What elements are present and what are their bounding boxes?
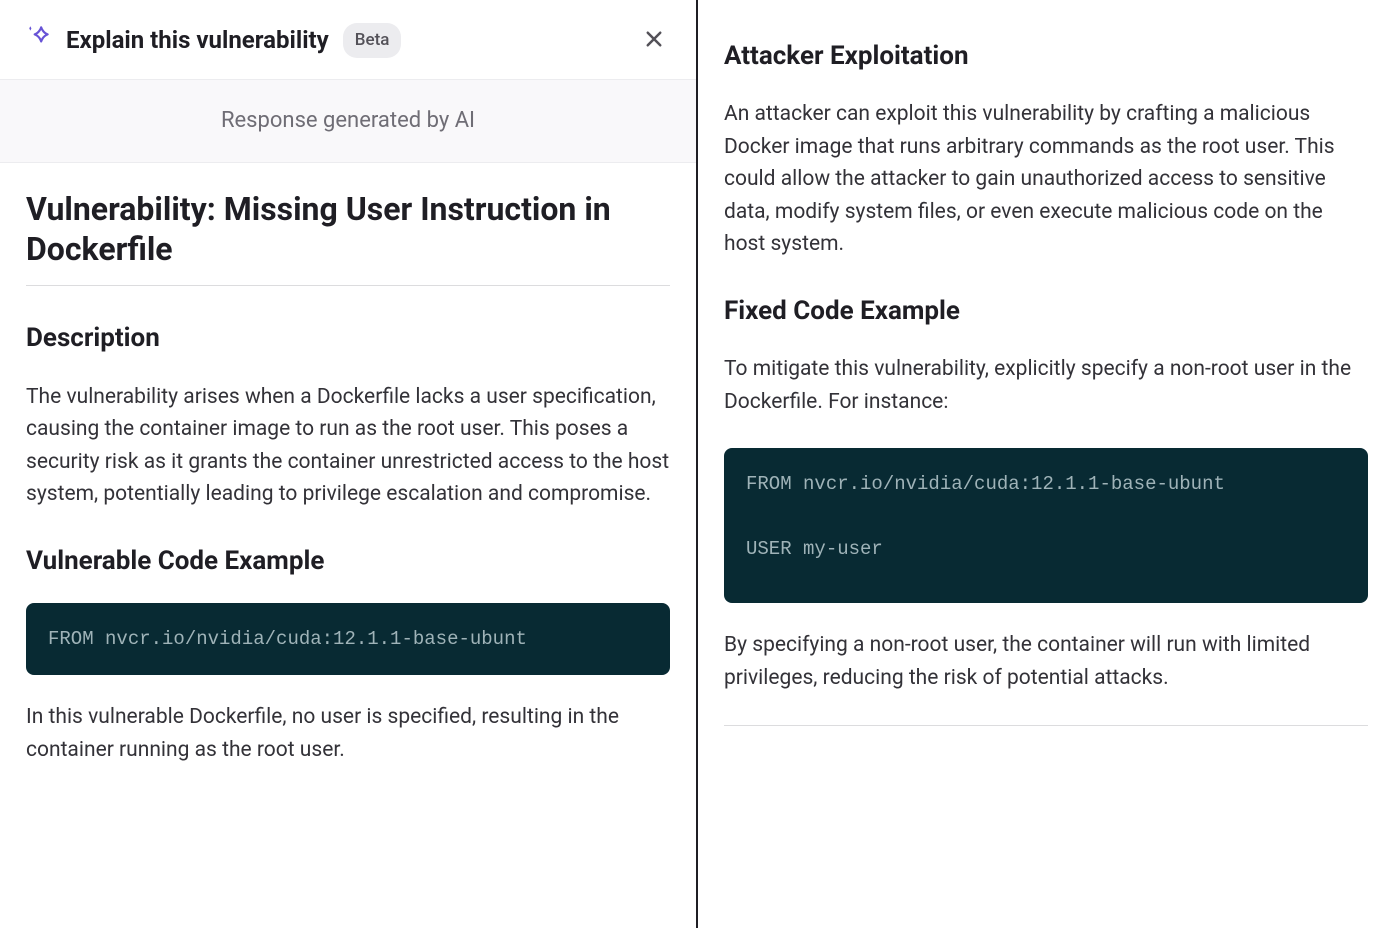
- ai-response-banner: Response generated by AI: [0, 79, 696, 163]
- close-button[interactable]: [638, 23, 670, 58]
- left-content: Vulnerability: Missing User Instruction …: [0, 163, 696, 796]
- vulnerability-title: Vulnerability: Missing User Instruction …: [26, 189, 670, 269]
- close-icon: [644, 29, 664, 52]
- fixed-code-block: FROM nvcr.io/nvidia/cuda:12.1.1-base-ubu…: [724, 448, 1368, 603]
- right-content: Attacker Exploitation An attacker can ex…: [698, 0, 1394, 758]
- fixed-code-heading: Fixed Code Example: [724, 291, 1368, 331]
- attacker-heading: Attacker Exploitation: [724, 36, 1368, 76]
- fixed-code-intro: To mitigate this vulnerability, explicit…: [724, 353, 1368, 418]
- vulnerable-code-block: FROM nvcr.io/nvidia/cuda:12.1.1-base-ubu…: [26, 603, 670, 675]
- panel-title: Explain this vulnerability: [66, 22, 329, 59]
- description-body: The vulnerability arises when a Dockerfi…: [26, 381, 670, 511]
- two-pane-layout: Explain this vulnerability Beta Response…: [0, 0, 1394, 928]
- ai-sparkle-icon: [26, 23, 52, 58]
- right-pane: Attacker Exploitation An attacker can ex…: [698, 0, 1394, 928]
- fixed-code-explain: By specifying a non-root user, the conta…: [724, 629, 1368, 694]
- panel-title-area: Explain this vulnerability Beta: [26, 22, 626, 59]
- description-heading: Description: [26, 318, 670, 358]
- title-divider: [26, 285, 670, 286]
- panel-header: Explain this vulnerability Beta: [0, 0, 696, 79]
- vulnerable-code-explain: In this vulnerable Dockerfile, no user i…: [26, 701, 670, 766]
- end-divider: [724, 725, 1368, 726]
- vulnerable-code-heading: Vulnerable Code Example: [26, 541, 670, 581]
- beta-badge: Beta: [343, 23, 402, 57]
- left-pane: Explain this vulnerability Beta Response…: [0, 0, 698, 928]
- attacker-body: An attacker can exploit this vulnerabili…: [724, 98, 1368, 261]
